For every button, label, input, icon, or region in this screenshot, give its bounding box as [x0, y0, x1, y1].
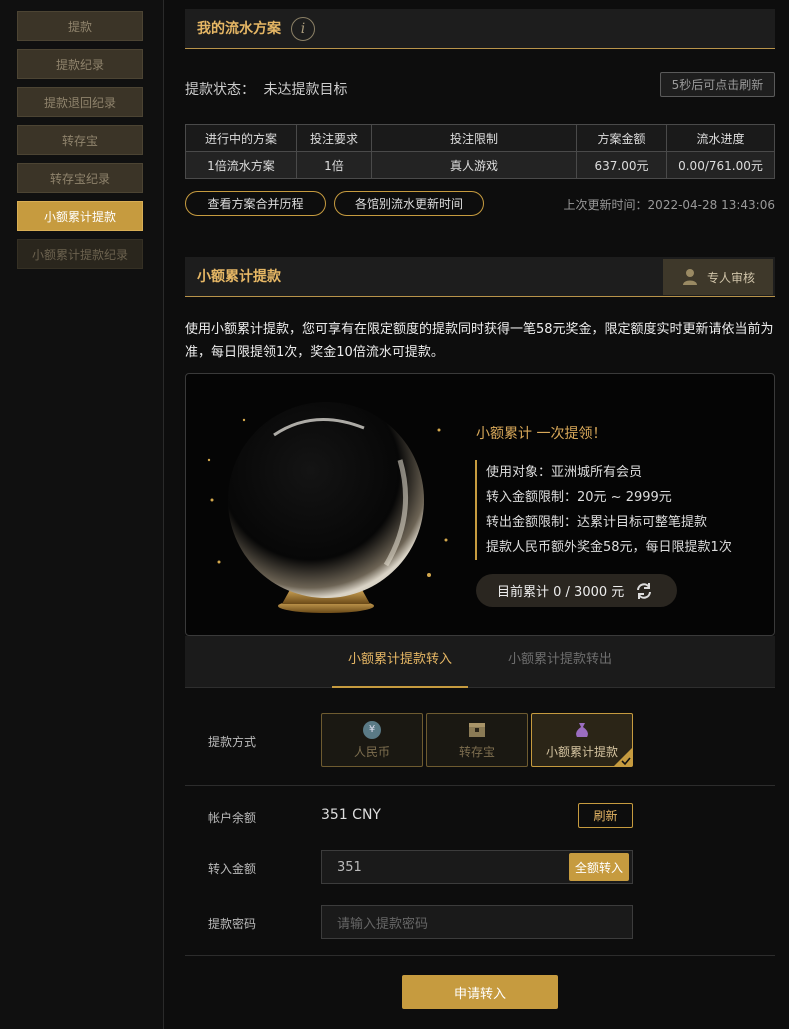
method-rmb-button[interactable]: ¥ 人民币	[321, 713, 423, 767]
balance-value: 351 CNY	[321, 807, 381, 823]
crystal-ball-icon	[207, 402, 448, 613]
table-cell: 0.00/761.00元	[666, 151, 775, 179]
refresh-icon[interactable]	[634, 581, 654, 601]
sidebar-item-withdraw[interactable]: 提款	[17, 11, 143, 41]
promo-panel: 小额累计 一次提领！ 使用对象：亚洲城所有会员 转入金额限制：20元 ~ 299…	[185, 373, 775, 636]
password-label: 提款密码	[208, 917, 257, 931]
refresh-balance-button[interactable]: 刷新	[578, 803, 633, 828]
method-deposit-box-button[interactable]: 转存宝	[426, 713, 528, 767]
method-label: 转存宝	[458, 744, 495, 759]
sidebar-item-deposit-box[interactable]: 转存宝	[17, 125, 143, 155]
small-withdraw-header: 小额累计提款 专人审核	[185, 257, 775, 297]
small-withdraw-description: 使用小额累计提款，您可享有在限定额度的提款同时获得一笔58元奖金，限定额度实时更…	[185, 322, 774, 360]
promo-rules: 使用对象：亚洲城所有会员 转入金额限制：20元 ~ 2999元 转出金额限制：达…	[475, 460, 755, 560]
table-row: 1倍流水方案 1倍 真人游戏 637.00元 0.00/761.00元	[185, 151, 775, 179]
method-small-withdraw-button[interactable]: 小额累计提款	[531, 713, 633, 767]
refresh-status-button[interactable]: 5秒后可点击刷新	[660, 72, 775, 97]
sidebar-item-withdraw-records[interactable]: 提款纪录	[17, 49, 143, 79]
divider	[185, 955, 775, 956]
table-header: 投注要求	[296, 124, 372, 152]
table-cell: 1倍流水方案	[185, 151, 297, 179]
withdraw-method-label: 提款方式	[208, 735, 257, 749]
promo-rule: 转入金额限制：20元 ~ 2999元	[486, 490, 672, 505]
sidebar-item-deposit-box-records[interactable]: 转存宝纪录	[17, 163, 143, 193]
progress-label: 目前累计 0 / 3000 元	[497, 585, 625, 600]
amount-label: 转入金额	[208, 862, 257, 876]
method-label: 小额累计提款	[545, 744, 618, 759]
tab-transfer-out[interactable]: 小额累计提款转出	[490, 636, 630, 688]
table-cell: 1倍	[296, 151, 372, 179]
promo-rule: 转出金额限制：达累计目标可整笔提款	[486, 515, 708, 530]
table-header: 投注限制	[371, 124, 577, 152]
table-header: 进行中的方案	[185, 124, 297, 152]
method-label: 人民币	[353, 744, 390, 759]
sidebar-item-withdraw-returns[interactable]: 提款退回纪录	[17, 87, 143, 117]
password-placeholder: 请输入提款密码	[337, 916, 429, 932]
divider	[185, 785, 775, 786]
promo-rule: 提款人民币额外奖金58元，每日限提款1次	[486, 540, 732, 555]
info-icon[interactable]: i	[291, 17, 315, 41]
promo-rule: 使用对象：亚洲城所有会员	[486, 465, 643, 480]
plan-history-button[interactable]: 查看方案合并历程	[185, 191, 326, 216]
table-header-row: 进行中的方案 投注要求 投注限制 方案金额 流水进度	[185, 124, 775, 152]
submit-transfer-button[interactable]: 申请转入	[402, 975, 558, 1009]
password-input[interactable]: 请输入提款密码	[321, 905, 633, 939]
withdraw-status: 提款状态： 未达提款目标	[185, 79, 347, 99]
yuan-icon: ¥	[363, 720, 381, 739]
small-withdraw-title: 小额累计提款	[197, 269, 281, 285]
table-cell: 真人游戏	[371, 151, 577, 179]
plan-section-header: 我的流水方案 i	[185, 9, 775, 49]
selected-check-icon	[614, 748, 632, 766]
status-value: 未达提款目标	[263, 82, 348, 98]
plan-title: 我的流水方案	[197, 21, 281, 37]
amount-value: 351	[337, 859, 362, 875]
status-label: 提款状态：	[185, 82, 255, 98]
money-bag-icon	[573, 721, 591, 739]
plan-table: 进行中的方案 投注要求 投注限制 方案金额 流水进度 1倍流水方案 1倍 真人游…	[185, 124, 775, 179]
sidebar: 提款 提款纪录 提款退回纪录 转存宝 转存宝纪录 小额累计提款 小额累计提款纪录	[0, 0, 164, 1029]
manual-review-badge: 专人审核	[663, 259, 773, 295]
chest-icon	[468, 721, 486, 739]
accumulated-progress: 目前累计 0 / 3000 元	[476, 574, 677, 607]
transfer-all-button[interactable]: 全额转入	[569, 853, 629, 881]
transfer-tabs: 小额累计提款转入 小额累计提款转出	[185, 636, 775, 688]
tab-transfer-in[interactable]: 小额累计提款转入	[332, 636, 468, 688]
table-header: 流水进度	[666, 124, 775, 152]
last-update-time: 上次更新时间：2022-04-28 13:43:06	[563, 198, 775, 212]
manual-review-label: 专人审核	[706, 270, 755, 285]
sidebar-item-small-withdraw[interactable]: 小额累计提款	[17, 201, 143, 231]
person-icon	[682, 269, 697, 285]
balance-label: 帐户余额	[208, 811, 257, 825]
table-header: 方案金额	[576, 124, 667, 152]
promo-headline: 小额累计 一次提领！	[476, 426, 607, 442]
venue-update-time-button[interactable]: 各馆别流水更新时间	[334, 191, 484, 216]
table-cell: 637.00元	[576, 151, 667, 179]
sidebar-item-small-withdraw-records[interactable]: 小额累计提款纪录	[17, 239, 143, 269]
